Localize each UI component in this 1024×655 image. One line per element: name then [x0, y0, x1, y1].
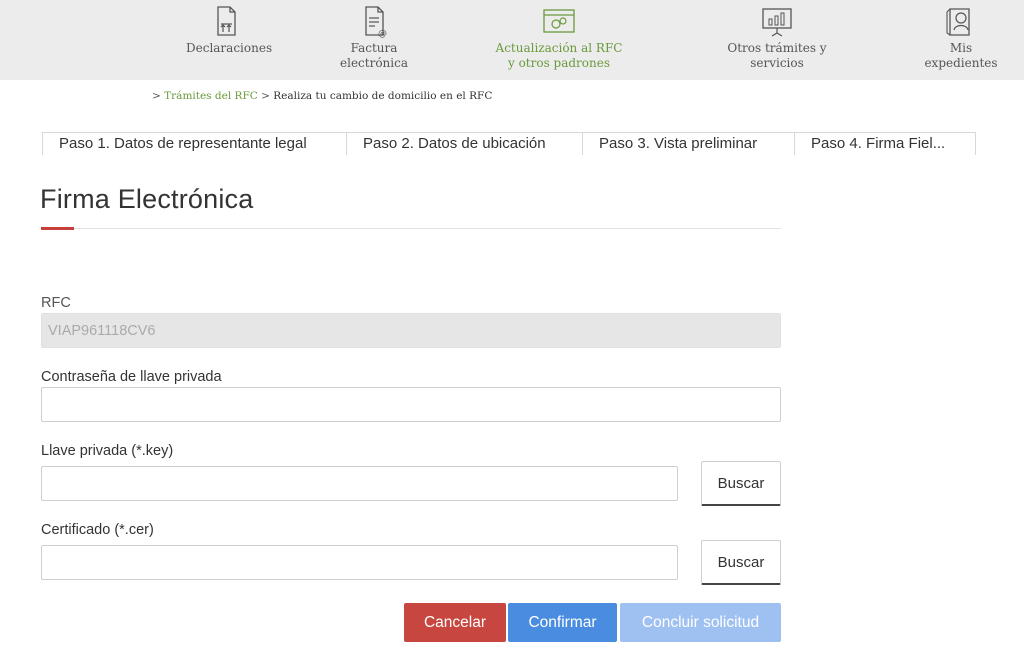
- browse-certificate-button[interactable]: Buscar: [701, 540, 781, 585]
- private-key-password-input[interactable]: [41, 387, 781, 422]
- nav-item-factura[interactable]: @ Factura electrónica: [336, 4, 412, 71]
- breadcrumb-separator: >: [152, 90, 161, 102]
- nav-item-mis-expedientes[interactable]: Mis expedientes: [922, 4, 1000, 71]
- cancel-button[interactable]: Cancelar: [404, 603, 506, 642]
- conclude-request-button[interactable]: Concluir solicitud: [620, 603, 781, 642]
- step-tab-3[interactable]: Paso 3. Vista preliminar: [582, 133, 794, 155]
- breadcrumb-separator: >: [261, 90, 270, 102]
- chart-presentation-icon: [762, 8, 792, 37]
- certificate-file-input[interactable]: [41, 545, 678, 580]
- svg-text:@: @: [378, 29, 387, 38]
- browse-key-button[interactable]: Buscar: [701, 461, 781, 506]
- breadcrumb: > Trámites del RFC > Realiza tu cambio d…: [152, 90, 492, 102]
- wizard-steps: Paso 1. Datos de representante legal Pas…: [42, 132, 976, 155]
- nav-item-actualizacion-rfc[interactable]: Actualización al RFC y otros padrones: [492, 4, 626, 71]
- title-accent-bar: [41, 227, 74, 230]
- declaraciones-icon: [217, 6, 236, 36]
- rfc-label: RFC: [41, 295, 71, 311]
- top-navigation: Declaraciones @ Factura electrónica Actu…: [0, 0, 1024, 80]
- step-tab-4[interactable]: Paso 4. Firma Fiel...: [794, 133, 976, 155]
- nav-item-declaraciones[interactable]: Declaraciones: [186, 4, 273, 56]
- certificate-label: Certificado (*.cer): [41, 522, 154, 538]
- title-divider: [41, 228, 781, 229]
- nav-label: Actualización al RFC y otros padrones: [495, 41, 623, 70]
- password-label: Contraseña de llave privada: [41, 369, 222, 385]
- step-tab-2[interactable]: Paso 2. Datos de ubicación: [346, 133, 582, 155]
- factura-icon: @: [365, 6, 387, 38]
- private-key-label: Llave privada (*.key): [41, 443, 174, 459]
- nav-label: Mis expedientes: [924, 41, 998, 70]
- nav-label: Declaraciones: [186, 41, 273, 55]
- page-title: Firma Electrónica: [40, 184, 254, 214]
- private-key-file-input[interactable]: [41, 466, 678, 501]
- expediente-icon: [946, 8, 970, 36]
- rfc-update-icon: [543, 9, 575, 33]
- breadcrumb-current: Realiza tu cambio de domicilio en el RFC: [273, 90, 493, 102]
- nav-item-otros-tramites[interactable]: Otros trámites y servicios: [700, 4, 854, 71]
- nav-label: Factura electrónica: [340, 41, 408, 70]
- step-tab-1[interactable]: Paso 1. Datos de representante legal: [42, 133, 346, 155]
- confirm-button[interactable]: Confirmar: [508, 603, 617, 642]
- rfc-field: VIAP961118CV6: [41, 313, 781, 348]
- nav-label: Otros trámites y servicios: [727, 41, 827, 70]
- breadcrumb-link-tramites-rfc[interactable]: Trámites del RFC: [164, 90, 258, 102]
